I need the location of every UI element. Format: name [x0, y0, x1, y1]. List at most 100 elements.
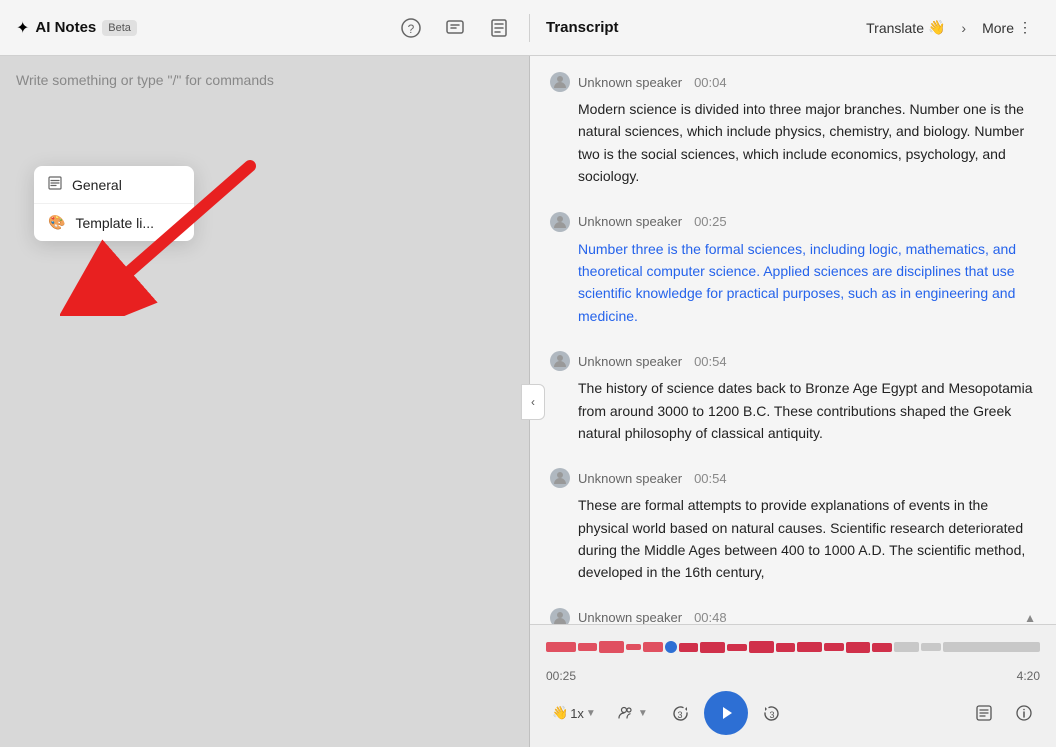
speakers-chevron: ▼ — [638, 708, 648, 719]
right-panel: Unknown speaker 00:04 Modern science is … — [530, 56, 1056, 747]
waveform-seg — [797, 642, 822, 652]
current-time: 00:25 — [546, 669, 576, 683]
waveform-seg — [846, 642, 871, 653]
skip-forward-button[interactable]: 3 — [756, 697, 788, 729]
transcript-block-3: Unknown speaker 00:54 The history of sci… — [550, 351, 1036, 444]
speaker-avatar-partial — [550, 608, 570, 624]
transcript-title: Transcript — [546, 19, 619, 36]
waveform-seg — [749, 641, 774, 653]
speaker-line-1: Unknown speaker 00:04 — [550, 72, 1036, 92]
general-label: General — [72, 177, 122, 193]
audio-player: 00:25 4:20 👋 1x ▼ ▼ — [530, 624, 1056, 747]
waveform-seg — [546, 642, 576, 652]
transcript-block-partial: Unknown speaker 00:48 ▲ — [550, 608, 1036, 624]
speaker-name-3: Unknown speaker — [578, 354, 682, 369]
more-button[interactable]: More ⋮ — [974, 15, 1040, 40]
left-panel: Write something or type "/" for commands… — [0, 56, 530, 747]
collapse-icon: ▲ — [1024, 611, 1036, 624]
speaker-name-partial: Unknown speaker — [578, 610, 682, 624]
speed-emoji: 👋 — [552, 705, 568, 721]
waveform-seg — [643, 642, 663, 652]
chat-button[interactable] — [441, 14, 469, 42]
template-label: Template li... — [75, 215, 154, 231]
dropdown-item-template[interactable]: 🎨 Template li... — [34, 203, 194, 241]
more-icon: ⋮ — [1018, 19, 1032, 36]
speaker-line-4: Unknown speaker 00:54 — [550, 468, 1036, 488]
waveform-seg — [599, 641, 624, 653]
template-icon: 🎨 — [48, 214, 65, 231]
speed-chevron: ▼ — [586, 708, 596, 719]
waveform-seg — [921, 643, 941, 651]
logo-icon: ✦ — [16, 18, 29, 38]
transcript-text-2: Number three is the formal sciences, inc… — [550, 238, 1036, 328]
progress-handle[interactable] — [665, 641, 677, 653]
speed-button[interactable]: 👋 1x ▼ — [546, 701, 602, 725]
waveform-seg — [578, 643, 598, 651]
speaker-time-3: 00:54 — [694, 354, 727, 369]
svg-text:3: 3 — [677, 710, 682, 720]
waveform-seg — [679, 643, 699, 652]
transcript-text-1: Modern science is divided into three maj… — [550, 98, 1036, 188]
transcript-block-2: Unknown speaker 00:25 Number three is th… — [550, 212, 1036, 328]
collapse-panel-button[interactable]: ‹ — [521, 384, 545, 420]
speaker-name-4: Unknown speaker — [578, 471, 682, 486]
more-label: More — [982, 20, 1014, 36]
speed-label: 1x — [570, 706, 584, 721]
info-button[interactable] — [1008, 697, 1040, 729]
waveform-seg — [700, 642, 725, 653]
speaker-time-partial: 00:48 — [694, 610, 727, 624]
svg-text:3: 3 — [769, 710, 774, 720]
speakers-icon — [618, 705, 634, 721]
speaker-time-2: 00:25 — [694, 214, 727, 229]
waveform-seg — [727, 644, 747, 651]
waveform-seg — [894, 642, 919, 652]
dropdown-menu: General 🎨 Template li... — [34, 166, 194, 241]
speaker-name-2: Unknown speaker — [578, 214, 682, 229]
speaker-avatar-1 — [550, 72, 570, 92]
transcript-text-3: The history of science dates back to Bro… — [550, 377, 1036, 444]
play-button[interactable] — [704, 691, 748, 735]
speaker-avatar-3 — [550, 351, 570, 371]
waveform-seg — [626, 644, 641, 650]
header-right-actions: Translate 👋 › More ⋮ — [858, 15, 1040, 40]
transcript-icon-button[interactable] — [968, 697, 1000, 729]
editor-placeholder: Write something or type "/" for commands — [0, 56, 529, 104]
transcript-text-4: These are formal attempts to provide exp… — [550, 494, 1036, 584]
waveform-seg — [943, 642, 1040, 652]
transcript-block-4: Unknown speaker 00:54 These are formal a… — [550, 468, 1036, 584]
waveform-area — [546, 633, 1040, 665]
beta-badge: Beta — [102, 20, 137, 36]
translate-label: Translate — [866, 20, 924, 36]
speakers-button[interactable]: ▼ — [610, 701, 656, 725]
right-controls — [968, 697, 1040, 729]
time-row: 00:25 4:20 — [546, 669, 1040, 683]
svg-text:?: ? — [408, 22, 415, 36]
transcript-block-1: Unknown speaker 00:04 Modern science is … — [550, 72, 1036, 188]
chevron-right-button[interactable]: › — [957, 16, 970, 40]
help-button[interactable]: ? — [397, 14, 425, 42]
waveform-seg — [776, 643, 796, 652]
speaker-time-1: 00:04 — [694, 75, 727, 90]
app-name: AI Notes — [35, 19, 96, 36]
general-icon — [48, 176, 62, 193]
speaker-line-2: Unknown speaker 00:25 — [550, 212, 1036, 232]
transcript-content: Unknown speaker 00:04 Modern science is … — [530, 56, 1056, 624]
translate-button[interactable]: Translate 👋 — [858, 15, 953, 40]
speaker-avatar-4 — [550, 468, 570, 488]
translate-emoji: 👋 — [928, 19, 945, 36]
total-time: 4:20 — [1017, 669, 1040, 683]
speaker-time-4: 00:54 — [694, 471, 727, 486]
main-content: Write something or type "/" for commands… — [0, 56, 1056, 747]
header-left: ✦ AI Notes Beta ? — [0, 14, 530, 42]
header-icon-group: ? — [397, 14, 513, 42]
waveform-container[interactable] — [546, 633, 1040, 665]
app-header: ✦ AI Notes Beta ? — [0, 0, 1056, 56]
app-logo: ✦ AI Notes Beta — [16, 18, 137, 38]
speaker-line-partial: Unknown speaker 00:48 ▲ — [550, 608, 1036, 624]
waveform-seg — [824, 643, 844, 651]
notes-button[interactable] — [485, 14, 513, 42]
dropdown-item-general[interactable]: General — [34, 166, 194, 203]
speaker-line-3: Unknown speaker 00:54 — [550, 351, 1036, 371]
skip-back-button[interactable]: 3 — [664, 697, 696, 729]
speaker-avatar-2 — [550, 212, 570, 232]
